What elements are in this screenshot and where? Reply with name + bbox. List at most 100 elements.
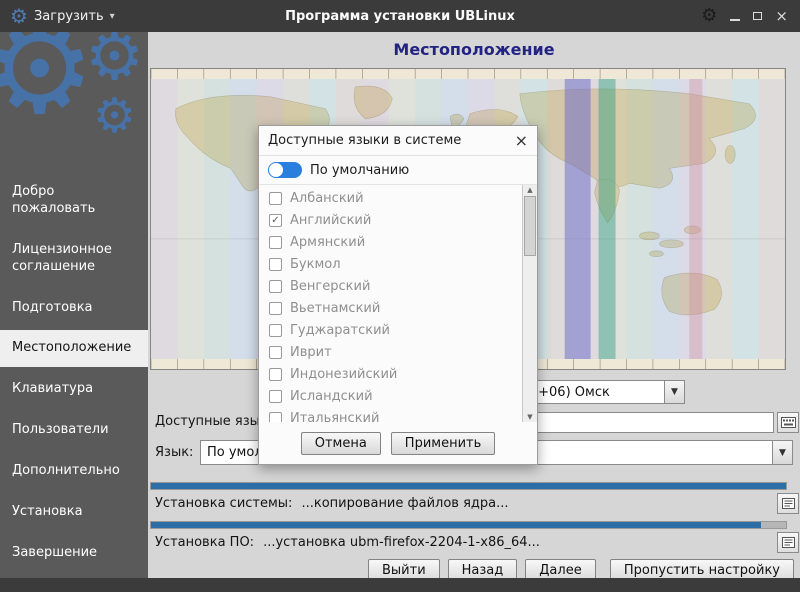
default-toggle-label: По умолчанию bbox=[310, 163, 409, 178]
checkbox[interactable] bbox=[269, 302, 282, 315]
log-icon bbox=[782, 537, 795, 548]
sidebar-nav: Добро пожаловать Лицензионное соглашение… bbox=[0, 174, 148, 572]
checkbox[interactable] bbox=[269, 346, 282, 359]
bottom-strip bbox=[0, 578, 800, 592]
language-option-label: Албанский bbox=[290, 191, 364, 206]
sidebar-item[interactable]: Лицензионное соглашение bbox=[0, 232, 148, 286]
language-option-label: Армянский bbox=[290, 235, 365, 250]
language-list: ▲ ▼ Албанский ✓ Английский Армянский Бук… bbox=[259, 185, 537, 422]
sidebar-item[interactable]: Добро пожаловать bbox=[0, 174, 148, 228]
software-status-label: Установка ПО: bbox=[155, 535, 254, 550]
keyboard-icon bbox=[781, 417, 796, 428]
language-option[interactable]: Исландский bbox=[259, 385, 519, 407]
language-option[interactable]: Гуджаратский bbox=[259, 319, 519, 341]
dialog-header: Доступные языки в системе × bbox=[259, 126, 537, 156]
sidebar-item[interactable]: Завершение bbox=[0, 535, 148, 572]
toggle-knob bbox=[269, 163, 283, 177]
software-progress-fill bbox=[151, 522, 761, 528]
sidebar-item[interactable]: Дополнительно bbox=[0, 453, 148, 490]
sidebar-item-label: Пользователи bbox=[12, 422, 109, 437]
language-option[interactable]: Иврит bbox=[259, 341, 519, 363]
log-icon bbox=[782, 498, 795, 509]
gears-logo: ⚙ ⚙ ⚙ bbox=[0, 32, 148, 174]
language-option-label: Индонезийский bbox=[290, 367, 397, 382]
sidebar-item-label: Клавиатура bbox=[12, 381, 93, 396]
scroll-up-icon[interactable]: ▲ bbox=[523, 185, 537, 195]
language-option-label: Гуджаратский bbox=[290, 323, 390, 338]
language-option[interactable]: Букмол bbox=[259, 253, 519, 275]
sidebar: ⚙ ⚙ ⚙ Добро пожаловать Лицензионное согл… bbox=[0, 32, 148, 578]
language-option[interactable]: Албанский bbox=[259, 187, 519, 209]
sidebar-item-label: Дополнительно bbox=[12, 463, 120, 478]
checkbox[interactable] bbox=[269, 368, 282, 381]
languages-dialog: Доступные языки в системе × По умолчанию… bbox=[258, 125, 538, 465]
installer-window: ⚙ Загрузить ▾ Программа установки UBLinu… bbox=[0, 0, 800, 592]
keyboard-icon-button[interactable] bbox=[777, 412, 799, 433]
language-option[interactable]: ✓ Английский bbox=[259, 209, 519, 231]
sidebar-item[interactable]: Установка bbox=[0, 494, 148, 531]
dialog-title: Доступные языки в системе bbox=[268, 133, 515, 148]
scrollbar[interactable]: ▲ ▼ bbox=[522, 185, 537, 422]
language-option[interactable]: Вьетнамский bbox=[259, 297, 519, 319]
language-label: Язык: bbox=[155, 445, 193, 460]
sidebar-item[interactable]: Местоположение bbox=[0, 330, 148, 367]
language-option-label: Венгерский bbox=[290, 279, 370, 294]
software-log-button[interactable] bbox=[777, 532, 799, 553]
small-gear-icon: ⚙ bbox=[93, 92, 136, 140]
language-option-label: Английский bbox=[290, 213, 371, 228]
language-option[interactable]: Венгерский bbox=[259, 275, 519, 297]
load-button[interactable]: Загрузить bbox=[34, 9, 104, 24]
sidebar-item-label: Подготовка bbox=[12, 300, 93, 315]
sidebar-item[interactable]: Клавиатура bbox=[0, 371, 148, 408]
maximize-icon[interactable] bbox=[753, 12, 762, 20]
language-option-label: Букмол bbox=[290, 257, 341, 272]
scrollbar-thumb[interactable] bbox=[524, 196, 536, 256]
checkbox[interactable] bbox=[269, 390, 282, 403]
sidebar-item-label: Установка bbox=[12, 504, 83, 519]
window-title: Программа установки UBLinux bbox=[190, 9, 610, 24]
system-status-label: Установка системы: bbox=[155, 496, 292, 511]
minimize-icon[interactable] bbox=[730, 19, 740, 21]
close-window-icon[interactable]: × bbox=[775, 9, 788, 24]
sidebar-item[interactable]: Пользователи bbox=[0, 412, 148, 449]
software-status-row: Установка ПО: ...установка ubm-firefox-2… bbox=[155, 535, 540, 550]
checkbox[interactable] bbox=[269, 412, 282, 423]
language-option-label: Исландский bbox=[290, 389, 373, 404]
sidebar-item-label: Местоположение bbox=[12, 340, 131, 355]
language-dropdown-arrow-icon[interactable]: ▼ bbox=[772, 441, 792, 464]
sidebar-item-label: Добро пожаловать bbox=[12, 184, 95, 216]
language-option-label: Итальянский bbox=[290, 411, 379, 423]
language-option-label: Вьетнамский bbox=[290, 301, 380, 316]
scroll-down-icon[interactable]: ▼ bbox=[523, 412, 537, 422]
chevron-down-icon[interactable]: ▾ bbox=[110, 11, 115, 22]
language-option[interactable]: Индонезийский bbox=[259, 363, 519, 385]
language-option[interactable]: Армянский bbox=[259, 231, 519, 253]
default-toggle-row: По умолчанию bbox=[259, 156, 537, 185]
software-status-text: ...установка ubm-firefox-2204-1-x86_64..… bbox=[263, 535, 540, 550]
dialog-close-icon[interactable]: × bbox=[515, 133, 528, 149]
system-status-row: Установка системы: ...копирование файлов… bbox=[155, 496, 509, 511]
checkbox[interactable]: ✓ bbox=[269, 214, 282, 227]
cancel-button[interactable]: Отмена bbox=[301, 432, 381, 455]
dialog-footer: Отмена Применить bbox=[259, 422, 537, 464]
software-progressbar bbox=[150, 521, 787, 529]
default-toggle[interactable] bbox=[268, 162, 302, 178]
checkbox[interactable] bbox=[269, 324, 282, 337]
timezone-dropdown-arrow-icon[interactable]: ▼ bbox=[664, 381, 684, 403]
settings-gear-icon[interactable]: ⚙ bbox=[701, 7, 717, 25]
system-progressbar bbox=[150, 482, 787, 490]
checkbox[interactable] bbox=[269, 280, 282, 293]
sidebar-item[interactable]: Подготовка bbox=[0, 290, 148, 327]
language-option-label: Иврит bbox=[290, 345, 332, 360]
system-status-text: ...копирование файлов ядра... bbox=[301, 496, 508, 511]
checkbox[interactable] bbox=[269, 236, 282, 249]
checkbox[interactable] bbox=[269, 258, 282, 271]
system-progress-fill bbox=[151, 483, 786, 489]
app-gear-icon: ⚙ bbox=[10, 6, 28, 26]
selected-timezone-band bbox=[565, 79, 591, 359]
language-option[interactable]: Итальянский bbox=[259, 407, 519, 422]
sidebar-item-label: Лицензионное соглашение bbox=[12, 242, 112, 274]
system-log-button[interactable] bbox=[777, 493, 799, 514]
apply-button[interactable]: Применить bbox=[391, 432, 495, 455]
checkbox[interactable] bbox=[269, 192, 282, 205]
